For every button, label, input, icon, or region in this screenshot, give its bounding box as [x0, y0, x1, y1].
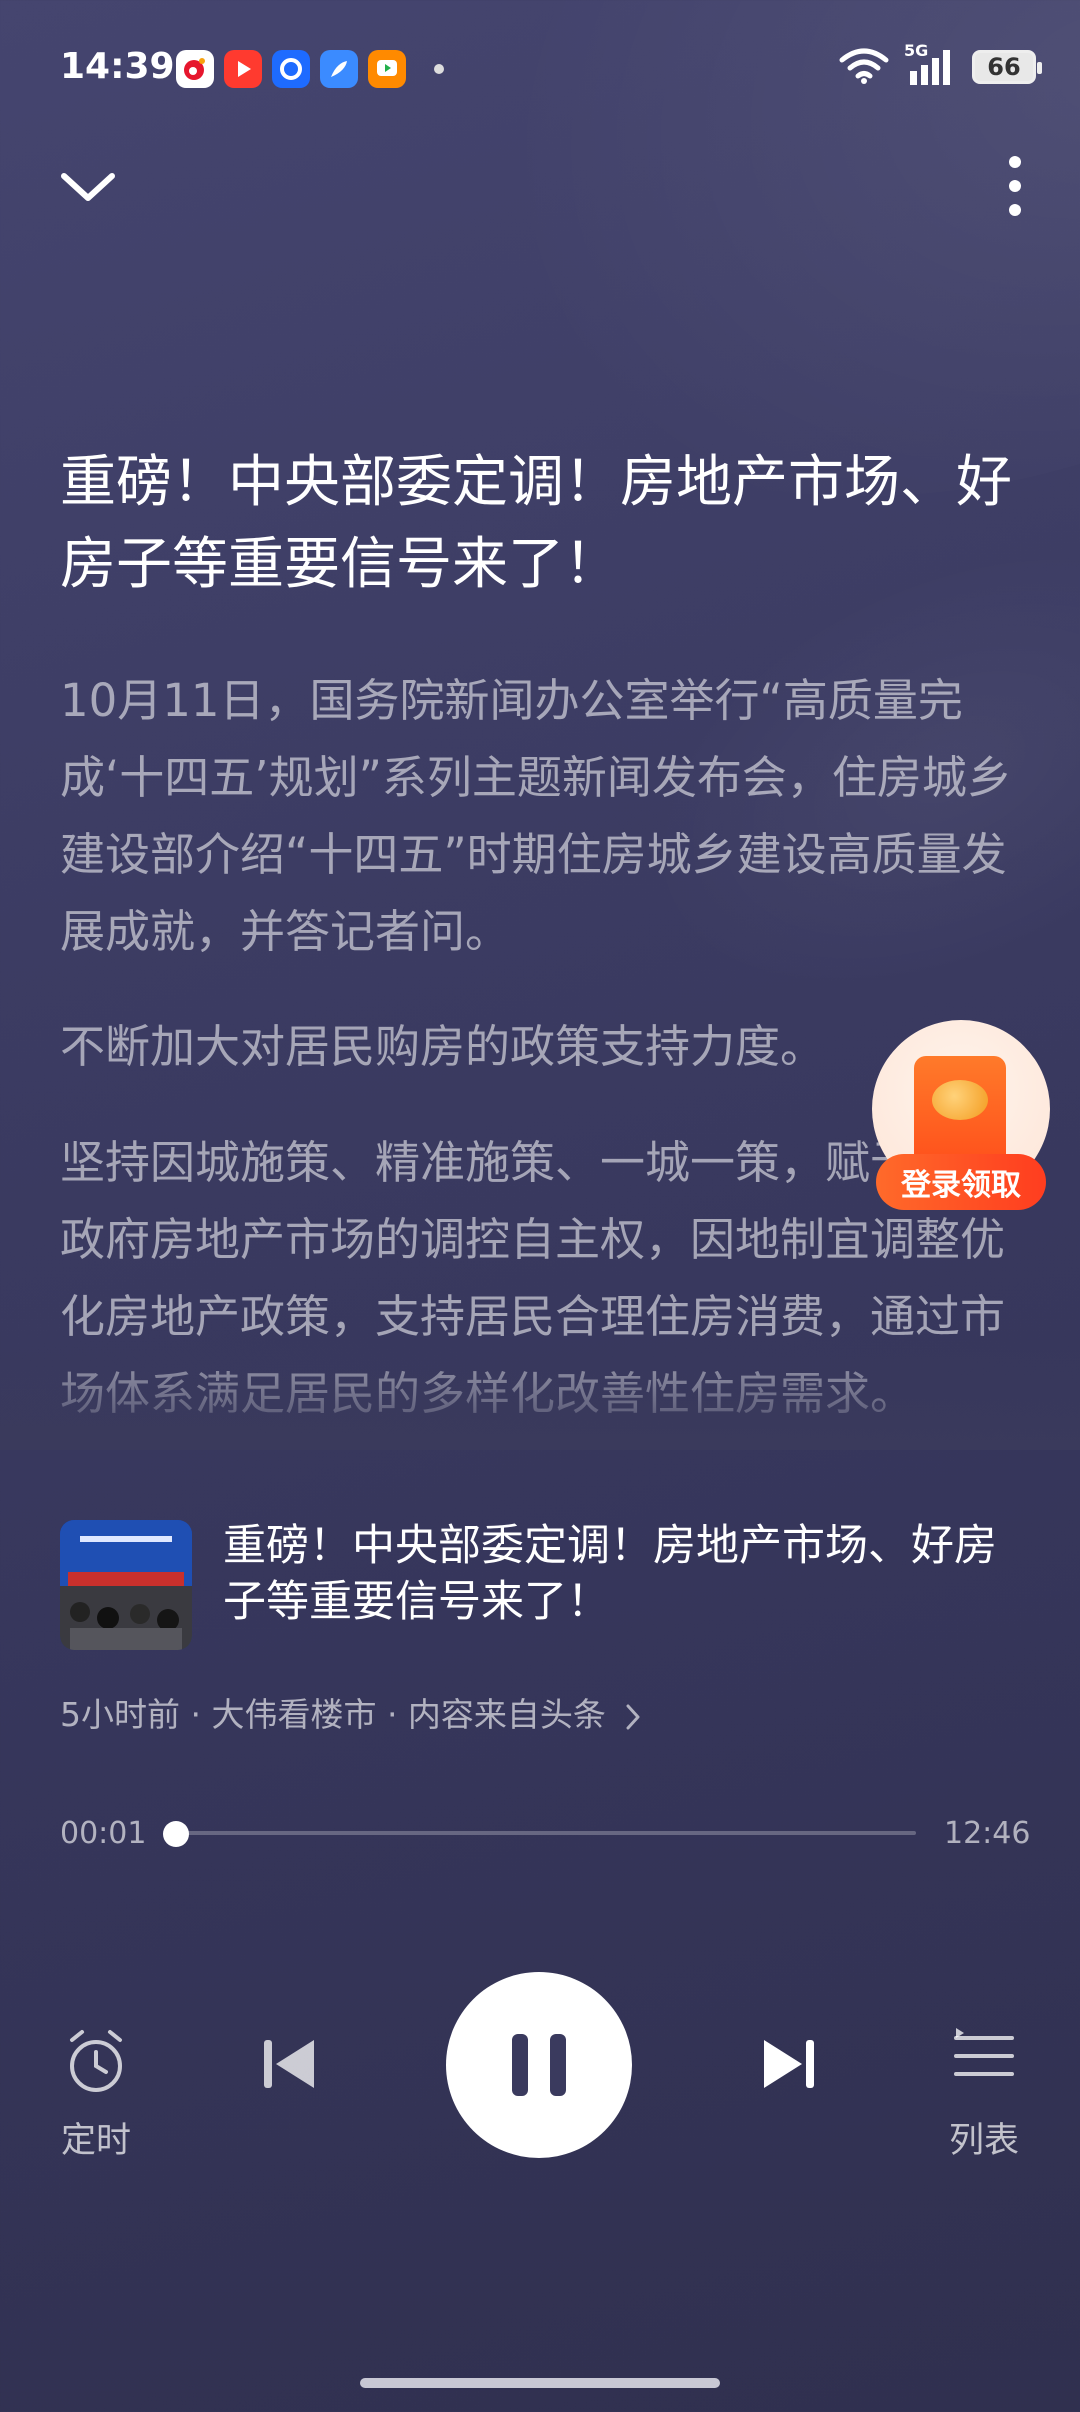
collapse-button[interactable]	[56, 160, 120, 216]
system-icons: 5G 66	[838, 41, 1042, 88]
timer-button[interactable]: 定时	[60, 2026, 132, 2161]
progress-track[interactable]	[170, 1831, 916, 1835]
text-fade-overlay	[0, 1340, 1080, 1450]
status-bar: 14:39 5G 66	[0, 0, 1080, 140]
promo-label: 登录领取	[876, 1154, 1046, 1210]
now-playing-source: 5小时前 · 大伟看楼市 · 内容来自头条	[60, 1695, 606, 1734]
status-time: 14:39	[60, 46, 175, 87]
notification-icons	[176, 50, 444, 88]
total-time: 12:46	[944, 1816, 1031, 1851]
video-player-icon	[368, 50, 406, 88]
video-icon	[224, 50, 262, 88]
home-indicator[interactable]	[360, 2378, 720, 2388]
playlist-icon	[954, 2028, 1014, 2076]
progress-thumb[interactable]	[162, 1821, 189, 1847]
browser-icon	[272, 50, 310, 88]
article-title: 重磅！中央部委定调！房地产市场、好房子等重要信号来了！	[60, 450, 1012, 597]
cellular-signal-icon: 5G	[904, 41, 958, 87]
current-time: 00:01	[60, 1816, 147, 1851]
weibo-icon	[176, 50, 214, 88]
wifi-icon	[838, 46, 890, 88]
pause-icon	[512, 2034, 566, 2096]
skip-next-icon	[764, 2040, 814, 2088]
playlist-button[interactable]: 列表	[949, 2026, 1019, 2161]
feather-icon	[320, 50, 358, 88]
login-reward-badge[interactable]: 登录领取	[872, 1020, 1050, 1210]
more-notifications-dot	[434, 64, 444, 74]
more-vertical-icon	[1009, 156, 1021, 216]
more-options-button[interactable]	[990, 150, 1040, 226]
now-playing-meta[interactable]: 5小时前 · 大伟看楼市 · 内容来自头条	[60, 1688, 644, 1736]
alarm-clock-icon	[70, 2030, 122, 2092]
now-playing-title[interactable]: 重磅！中央部委定调！房地产市场、好房子等重要信号来了！	[223, 1518, 1023, 1630]
article-paragraph: 10月11日，国务院新闻办公室举行“高质量完成‘十四五’规划”系列主题新闻发布会…	[60, 674, 1012, 958]
episode-thumbnail[interactable]	[60, 1520, 192, 1650]
playlist-label: 列表	[948, 2121, 1020, 2161]
coin-icon	[932, 1080, 988, 1120]
chevron-down-icon	[61, 173, 115, 201]
battery-icon: 66	[972, 50, 1042, 84]
chevron-right-icon	[626, 1704, 640, 1729]
skip-previous-icon	[264, 2040, 314, 2088]
pause-button[interactable]	[446, 1972, 632, 2158]
previous-button[interactable]	[258, 2036, 322, 2092]
next-button[interactable]	[756, 2036, 820, 2092]
timer-label: 定时	[60, 2121, 132, 2161]
